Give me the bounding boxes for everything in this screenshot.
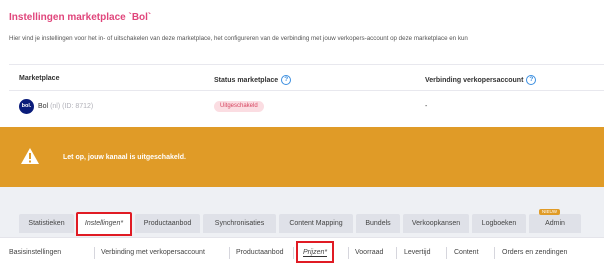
marketplace-meta: (nl) (ID: 8712) bbox=[50, 103, 94, 110]
tab-synchronisaties[interactable]: Synchronisaties bbox=[203, 214, 276, 233]
tab-bundels[interactable]: Bundels bbox=[356, 214, 400, 233]
sub-tabs: Basisinstellingen Verbinding met verkope… bbox=[0, 237, 604, 272]
help-icon[interactable]: ? bbox=[526, 75, 537, 85]
subtab-orders[interactable]: Orders en zendingen bbox=[502, 246, 567, 260]
column-header-status: Status marketplace? bbox=[214, 75, 292, 85]
subtab-voorraad[interactable]: Voorraad bbox=[355, 246, 383, 260]
tab-instellingen[interactable]: Instellingen* bbox=[76, 212, 132, 236]
tab-statistieken[interactable]: Statistieken bbox=[19, 214, 74, 233]
column-label: Status marketplace bbox=[214, 76, 279, 84]
subtab-productaanbod[interactable]: Productaanbod bbox=[236, 246, 283, 260]
tab-content-mapping[interactable]: Content Mapping bbox=[279, 214, 353, 233]
subtab-prijzen[interactable]: Prijzen* bbox=[296, 241, 335, 263]
tab-productaanbod[interactable]: Productaanbod bbox=[135, 214, 200, 233]
main-tabs: Statistieken Instellingen* Productaanbod… bbox=[0, 209, 604, 237]
status-badge: Uitgeschakeld bbox=[214, 101, 264, 112]
warning-triangle-icon bbox=[21, 148, 39, 164]
separator bbox=[229, 247, 230, 259]
bol-logo: bol. bbox=[19, 99, 34, 114]
page-description: Hier vind je instellingen voor het in- o… bbox=[9, 35, 468, 42]
connection-value: - bbox=[425, 103, 428, 110]
column-label: Verbinding verkopersaccount bbox=[425, 76, 524, 84]
warning-message: Let op, jouw kanaal is uitgeschakeld. bbox=[63, 154, 186, 161]
separator bbox=[293, 247, 294, 259]
subtab-content[interactable]: Content bbox=[454, 246, 479, 260]
tab-admin-label: Admin bbox=[545, 220, 565, 227]
separator bbox=[494, 247, 495, 259]
warning-banner: Let op, jouw kanaal is uitgeschakeld. bbox=[0, 127, 604, 187]
tab-logboeken[interactable]: Logboeken bbox=[472, 214, 526, 233]
column-header-marketplace: Marketplace bbox=[19, 75, 59, 82]
page-title: Instellingen marketplace `Bol` bbox=[9, 12, 152, 23]
tab-verkoopkansen[interactable]: Verkoopkansen bbox=[403, 214, 469, 233]
subtab-basisinstellingen[interactable]: Basisinstellingen bbox=[9, 246, 61, 260]
subtab-levertijd[interactable]: Levertijd bbox=[404, 246, 430, 260]
separator bbox=[94, 247, 95, 259]
subtab-prijzen-label: Prijzen* bbox=[303, 249, 328, 257]
marketplace-name-text: Bol bbox=[38, 103, 49, 110]
column-label: Marketplace bbox=[19, 75, 60, 82]
separator bbox=[348, 247, 349, 259]
marketplace-name: Bol (nl) (ID: 8712) bbox=[38, 103, 93, 110]
new-badge: NIEUW bbox=[539, 209, 560, 215]
marketplace-settings-card: Instellingen marketplace `Bol` Hier vind… bbox=[0, 0, 604, 127]
subtab-verbinding[interactable]: Verbinding met verkopersaccount bbox=[101, 246, 205, 260]
separator bbox=[396, 247, 397, 259]
column-header-connection: Verbinding verkopersaccount? bbox=[425, 75, 537, 85]
separator bbox=[446, 247, 447, 259]
help-icon[interactable]: ? bbox=[281, 75, 292, 85]
tab-admin[interactable]: NIEUW Admin bbox=[529, 209, 581, 233]
divider bbox=[9, 64, 604, 65]
divider bbox=[9, 90, 604, 91]
